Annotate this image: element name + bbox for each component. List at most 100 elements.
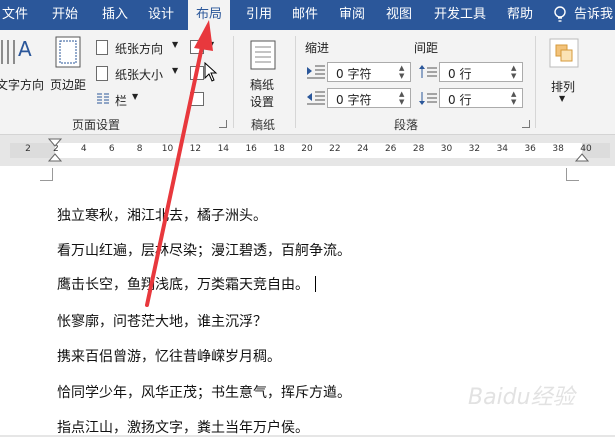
svg-text:A: A xyxy=(18,37,32,61)
tab-references[interactable]: 引用 xyxy=(240,0,278,30)
tab-view[interactable]: 视图 xyxy=(380,0,418,30)
first-line-indent-marker[interactable] xyxy=(48,135,62,165)
indent-header: 缩进 xyxy=(305,41,330,55)
crop-mark xyxy=(566,168,579,181)
right-indent-marker[interactable] xyxy=(575,135,589,165)
spin-down-icon[interactable]: ▼ xyxy=(511,72,519,80)
margins-label: 页边距 xyxy=(50,78,87,92)
size-button[interactable]: 纸张大小 ▼ xyxy=(96,64,182,84)
spin-down-icon[interactable]: ▼ xyxy=(511,98,519,106)
spacing-before-icon xyxy=(418,64,438,84)
spacing-header: 间距 xyxy=(414,41,439,55)
spin-down-icon[interactable]: ▼ xyxy=(399,72,407,80)
tab-developer[interactable]: 开发工具 xyxy=(430,0,490,30)
indent-right-value: 0 字符 xyxy=(336,93,372,107)
tab-layout[interactable]: 布局 xyxy=(188,0,230,30)
spin-up-icon[interactable]: ▲ xyxy=(511,90,519,98)
orientation-button[interactable]: 纸张方向 ▼ xyxy=(96,38,182,58)
breaks-button[interactable]: ▼ xyxy=(190,38,222,58)
tab-mailings[interactable]: 邮件 xyxy=(286,0,324,30)
spacing-after-input[interactable]: 0 行 ▲ ▼ xyxy=(439,88,523,108)
spin-down-icon[interactable]: ▼ xyxy=(399,98,407,106)
document-line[interactable]: 看万山红遍，层林尽染；漫江碧透，百舸争流。 xyxy=(57,240,351,260)
document-line[interactable]: 独立寒秋，湘江北去，橘子洲头。 xyxy=(57,205,267,225)
lightbulb-icon[interactable] xyxy=(553,0,569,30)
ruler-tick-label: 36 xyxy=(524,144,536,154)
ruler-tick-label: 6 xyxy=(108,144,115,154)
ruler-tick-label: 24 xyxy=(357,144,369,154)
ruler-tick-label: 10 xyxy=(161,144,174,154)
mouse-pointer-icon xyxy=(204,62,218,82)
hyphenation-icon xyxy=(190,92,204,106)
text-direction-icon: A xyxy=(1,37,32,64)
indent-right-input[interactable]: 0 字符 ▲ ▼ xyxy=(327,88,411,108)
page-setup-group-label: 页面设置 xyxy=(72,118,121,132)
chevron-down-icon: ▼ xyxy=(172,40,179,49)
text-direction-label: 文字方向 xyxy=(0,78,45,92)
ruler-tick-label: 8 xyxy=(136,144,143,154)
document-line[interactable]: 恰同学少年，风华正茂；书生意气，挥斥方遒。 xyxy=(57,382,351,402)
margins-button[interactable]: 页边距 xyxy=(48,36,88,102)
document-line[interactable]: 指点江山，激扬文字，粪土当年万户侯。 xyxy=(57,417,309,437)
breaks-icon xyxy=(190,40,204,54)
spacing-before-input[interactable]: 0 行 ▲ ▼ xyxy=(439,62,523,82)
ruler-tick-label: 16 xyxy=(245,144,257,154)
columns-icon xyxy=(97,93,109,104)
document-line[interactable]: 携来百侣曾游，忆往昔峥嵘岁月稠。 xyxy=(57,346,281,366)
document-line[interactable]: 怅寥廓，问苍茫大地，谁主沉浮？ xyxy=(57,311,267,331)
group-divider xyxy=(233,36,234,128)
spin-up-icon[interactable]: ▲ xyxy=(511,64,519,72)
paragraph-launcher-icon[interactable] xyxy=(522,120,530,128)
ruler-tick-label: 22 xyxy=(329,144,341,154)
tell-me-search[interactable]: 告诉我 xyxy=(574,0,615,30)
tab-home[interactable]: 开始 xyxy=(46,0,84,30)
document-line[interactable]: 鹰击长空，鱼翔浅底，万类霜天竞自由。 xyxy=(57,274,316,294)
margins-icon xyxy=(55,36,81,68)
paragraph-group-label: 段落 xyxy=(394,118,419,132)
ruler-tick-label: 14 xyxy=(217,144,230,154)
ruler-tick-label: 12 xyxy=(189,144,202,154)
chevron-down-icon: ▼ xyxy=(559,94,566,103)
ruler-tick-label: 26 xyxy=(384,144,397,154)
orientation-label: 纸张方向 xyxy=(115,42,164,56)
document-page[interactable]: 独立寒秋，湘江北去，橘子洲头。 看万山红遍，层林尽染；漫江碧透，百舸争流。 鹰击… xyxy=(0,166,615,437)
manuscript-icon xyxy=(250,40,276,70)
spin-up-icon[interactable]: ▲ xyxy=(399,64,407,72)
tab-insert[interactable]: 插入 xyxy=(96,0,134,30)
ruler-tick-label: 18 xyxy=(273,144,285,154)
line-numbers-icon xyxy=(190,66,204,80)
page-setup-launcher-icon[interactable] xyxy=(219,120,227,128)
ruler-tick-label: 20 xyxy=(301,144,313,154)
chevron-down-icon: ▼ xyxy=(132,92,139,101)
manuscript-group-label: 稿纸 xyxy=(251,118,276,132)
manuscript-settings-button[interactable]: 稿纸 设置 xyxy=(243,36,285,110)
tab-file[interactable]: 文件 xyxy=(0,0,30,30)
crop-mark xyxy=(40,168,53,181)
ruler-tick-label: 4 xyxy=(80,144,87,154)
columns-button[interactable]: 栏 ▼ xyxy=(96,90,146,110)
ruler-tick-label: 32 xyxy=(468,144,481,154)
orientation-icon xyxy=(96,40,108,55)
ruler-tick-label: 2 xyxy=(25,144,31,154)
tab-review[interactable]: 审阅 xyxy=(333,0,371,30)
chevron-down-icon: ▼ xyxy=(172,66,179,75)
spin-up-icon[interactable]: ▲ xyxy=(399,90,407,98)
tab-design[interactable]: 设计 xyxy=(142,0,180,30)
manuscript-label-line2: 设置 xyxy=(250,95,275,109)
group-divider xyxy=(295,36,296,128)
text-direction-button[interactable]: A 文字方向 xyxy=(0,36,44,102)
arrange-button[interactable]: 排列 ▼ xyxy=(545,36,585,110)
spacing-after-icon xyxy=(418,90,438,110)
indent-left-input[interactable]: 0 字符 ▲ ▼ xyxy=(327,62,411,82)
spacing-after-value: 0 行 xyxy=(448,93,472,107)
ribbon-tab-bar: 文件 开始 插入 设计 布局 引用 邮件 审阅 视图 开发工具 帮助 告诉我 xyxy=(0,0,615,30)
tab-help[interactable]: 帮助 xyxy=(503,0,537,30)
columns-label: 栏 xyxy=(115,94,128,108)
hyphenation-button[interactable] xyxy=(190,90,222,110)
horizontal-ruler[interactable]: 2 2 4 6 8 10 12 14 16 18 20 22 24 26 28 30 32 34 36 38 40 xyxy=(0,135,615,165)
text-cursor xyxy=(315,276,316,292)
spacing-before-value: 0 行 xyxy=(448,67,472,81)
arrange-label: 排列 xyxy=(551,80,576,94)
page-size-icon xyxy=(96,66,108,81)
indent-right-icon xyxy=(306,90,326,110)
